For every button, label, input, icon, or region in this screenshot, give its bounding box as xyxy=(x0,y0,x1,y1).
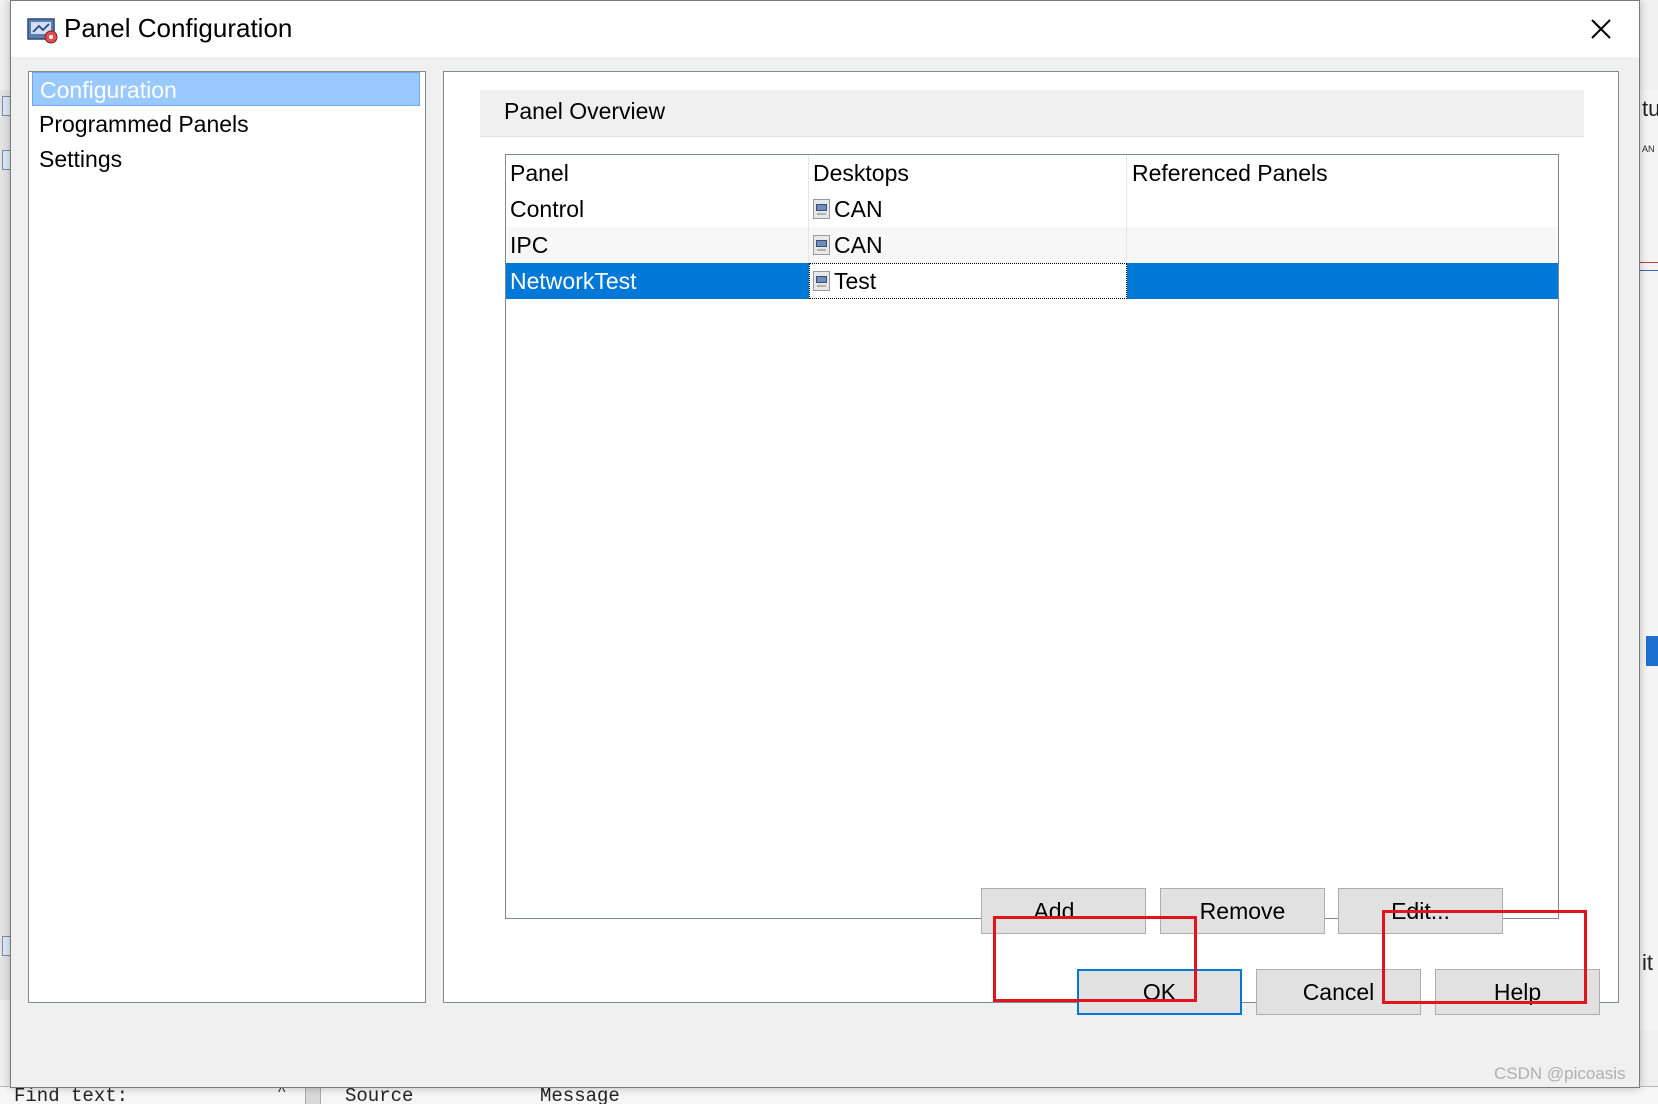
background-divider xyxy=(1640,270,1658,271)
collapse-up-icon[interactable]: ^ xyxy=(278,1087,286,1102)
cell-desktop: CAN xyxy=(809,191,1127,227)
column-header-desktops[interactable]: Desktops xyxy=(809,155,1127,191)
panel-config-icon xyxy=(27,18,58,44)
background-splitter[interactable] xyxy=(305,1087,321,1104)
cell-desktop-text: CAN xyxy=(834,196,883,222)
column-header-referenced-panels[interactable]: Referenced Panels xyxy=(1128,155,1556,191)
column-divider[interactable] xyxy=(1126,155,1127,191)
cell-desktop-text: CAN xyxy=(834,232,883,258)
source-column-header: Source xyxy=(345,1086,414,1104)
nav-item-configuration[interactable]: Configuration xyxy=(32,72,420,106)
desktop-icon xyxy=(813,271,830,292)
background-fragment: tu xyxy=(1642,96,1658,121)
message-column-header: Message xyxy=(540,1086,620,1104)
panel-overview-table: Panel Desktops Referenced Panels Control… xyxy=(505,154,1559,919)
cell-desktop-text: Test xyxy=(834,268,877,294)
background-right-edge: tu AN it xyxy=(1640,90,1658,1030)
table-row[interactable]: Control CAN xyxy=(506,191,1558,227)
column-divider xyxy=(1126,191,1127,227)
cell-desktop-focused[interactable]: Test xyxy=(809,263,1127,299)
cell-desktop: CAN xyxy=(809,227,1127,263)
desktop-icon xyxy=(813,199,830,220)
table-row-selected[interactable]: NetworkTest Test xyxy=(506,263,1558,299)
title-bar[interactable]: Panel Configuration xyxy=(11,1,1639,57)
section-header: Panel Overview xyxy=(480,90,1584,137)
cell-panel: Control xyxy=(510,196,585,222)
column-header-panel[interactable]: Panel xyxy=(506,155,809,191)
nav-item-programmed-panels[interactable]: Programmed Panels xyxy=(32,107,420,141)
dialog-title: Panel Configuration xyxy=(64,13,293,43)
annotation-highlight-add xyxy=(993,916,1197,1002)
watermark: CSDN @picoasis xyxy=(1494,1064,1626,1083)
background-selection xyxy=(1646,636,1658,666)
background-find-bar: Find text: ^ Source Message xyxy=(0,1086,1658,1104)
background-fragment: AN xyxy=(1642,144,1655,154)
nav-item-settings[interactable]: Settings xyxy=(32,142,420,176)
annotation-highlight-edit xyxy=(1382,910,1587,1004)
find-text-label: Find text: xyxy=(14,1086,129,1104)
cell-panel: IPC xyxy=(510,232,549,258)
close-button[interactable] xyxy=(1573,7,1629,51)
background-divider xyxy=(1640,262,1658,263)
cell-referenced xyxy=(1128,227,1556,263)
section-title: Panel Overview xyxy=(504,98,666,124)
background-fragment: it xyxy=(1642,950,1653,975)
column-divider xyxy=(1126,227,1127,263)
table-row[interactable]: IPC CAN xyxy=(506,227,1558,263)
cell-panel: NetworkTest xyxy=(510,268,637,294)
desktop-icon xyxy=(813,235,830,256)
close-icon xyxy=(1591,19,1611,39)
cell-referenced xyxy=(1128,263,1556,299)
navigation-tree: Configuration Programmed Panels Settings xyxy=(28,71,426,1003)
cell-referenced xyxy=(1128,191,1556,227)
configuration-pane: Panel Overview Panel Desktops Referenced… xyxy=(443,71,1619,1003)
table-header-row: Panel Desktops Referenced Panels xyxy=(506,155,1558,191)
